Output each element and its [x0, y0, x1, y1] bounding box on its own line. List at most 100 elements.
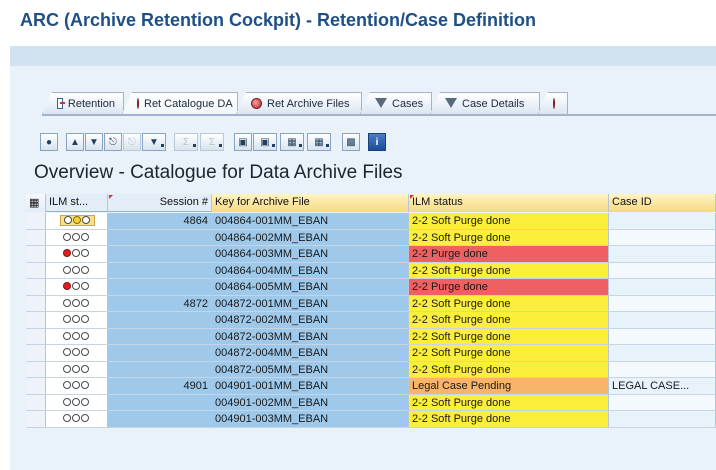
session-cell: 4864 [108, 213, 212, 230]
ilm-traffic-light-cell [46, 345, 108, 362]
ilm-status-cell: 2-2 Soft Purge done [409, 312, 609, 329]
column-case-id[interactable]: Case ID [609, 194, 716, 212]
table-row[interactable]: 004872-005MM_EBAN 2-2 Soft Purge done [26, 361, 716, 378]
tab-retention[interactable]: Retention [42, 92, 124, 114]
row-selector[interactable] [26, 295, 46, 312]
table-row[interactable]: 4864 004864-001MM_EBAN 2-2 Soft Purge done [26, 213, 716, 230]
ilm-traffic-light-cell [46, 295, 108, 312]
traffic-light-icon [60, 330, 93, 341]
overview-title: Overview - Catalogue for Data Archive Fi… [34, 162, 403, 183]
ilm-status-cell: 2-2 Soft Purge done [409, 262, 609, 279]
traffic-light-icon [60, 214, 95, 226]
case-id-cell [609, 213, 716, 230]
window-title-bar: ARC (Archive Retention Cockpit) - Retent… [0, 0, 716, 40]
table-row[interactable]: 4901 004901-001MM_EBAN Legal Case Pending L… [26, 378, 716, 395]
ilm-traffic-light-cell [46, 262, 108, 279]
session-cell [108, 411, 212, 428]
details-icon[interactable]: ● [40, 133, 58, 151]
set-filter-icon[interactable]: ▼ [142, 133, 166, 151]
row-selector[interactable] [26, 312, 46, 329]
ilm-traffic-light-cell [46, 312, 108, 329]
table-row[interactable]: 004864-004MM_EBAN 2-2 Soft Purge done [26, 262, 716, 279]
find-icon[interactable]: ⎋ [104, 133, 122, 151]
session-cell [108, 262, 212, 279]
table-row[interactable]: 004864-003MM_EBAN 2-2 Purge done [26, 246, 716, 263]
column-ilm-st[interactable]: ILM st... [46, 194, 108, 212]
find-next-icon[interactable]: ⎋ [123, 133, 141, 151]
tab-label: Ret Catalogue DA [144, 97, 233, 110]
archive-key-cell: 004901-002MM_EBAN [212, 394, 409, 411]
grid-toolbar: ● ▲ ▼ ⎋ ⎋ ▼ Σ Σ ▣ ▣ ▦ ▦ ▩ i [40, 133, 600, 153]
table-row[interactable]: 004864-005MM_EBAN 2-2 Purge done [26, 279, 716, 296]
table-row[interactable]: 004901-002MM_EBAN 2-2 Soft Purge done [26, 394, 716, 411]
tab-ret-catalogue-da[interactable]: Ret Catalogue DA [122, 92, 238, 114]
table-row[interactable]: 004872-004MM_EBAN 2-2 Soft Purge done [26, 345, 716, 362]
disc-icon [553, 98, 555, 109]
graphic-icon[interactable]: ▩ [342, 133, 360, 151]
row-selector[interactable] [26, 361, 46, 378]
traffic-light-icon [60, 281, 93, 292]
row-selector[interactable] [26, 262, 46, 279]
case-id-cell: LEGAL CASE... [609, 378, 716, 395]
row-selector[interactable] [26, 246, 46, 263]
row-selector[interactable] [26, 394, 46, 411]
row-selector[interactable] [26, 345, 46, 362]
table-row[interactable]: 004864-002MM_EBAN 2-2 Soft Purge done [26, 229, 716, 246]
session-cell [108, 361, 212, 378]
archive-key-cell: 004901-001MM_EBAN [212, 378, 409, 395]
case-id-cell [609, 312, 716, 329]
case-id-cell [609, 246, 716, 263]
case-id-cell [609, 279, 716, 296]
application-toolbar-band [10, 46, 716, 66]
table-row[interactable]: 4872 004872-001MM_EBAN 2-2 Soft Purge done [26, 295, 716, 312]
case-id-cell [609, 411, 716, 428]
tab-cases[interactable]: Cases [360, 92, 432, 114]
session-cell [108, 312, 212, 329]
sum-icon[interactable]: Σ [174, 133, 198, 151]
spreadsheet-icon[interactable]: ▦ [307, 133, 331, 151]
archive-key-cell: 004872-005MM_EBAN [212, 361, 409, 378]
table-row[interactable]: 004901-003MM_EBAN 2-2 Soft Purge done [26, 411, 716, 428]
table-row[interactable]: 004872-002MM_EBAN 2-2 Soft Purge done [26, 312, 716, 329]
case-id-cell [609, 295, 716, 312]
info-icon[interactable]: i [368, 133, 386, 151]
case-id-cell [609, 394, 716, 411]
archive-key-cell: 004872-004MM_EBAN [212, 345, 409, 362]
row-selector[interactable] [26, 328, 46, 345]
column-session[interactable]: Session # [108, 194, 212, 212]
archive-key-cell: 004864-005MM_EBAN [212, 279, 409, 296]
subtotal-icon[interactable]: Σ [200, 133, 224, 151]
tab-overflow[interactable] [538, 92, 568, 114]
row-selector[interactable] [26, 411, 46, 428]
row-selector[interactable] [26, 279, 46, 296]
row-selector[interactable] [26, 213, 46, 230]
ilm-status-cell: 2-2 Soft Purge done [409, 411, 609, 428]
ilm-traffic-light-cell [46, 246, 108, 263]
ilm-traffic-light-cell [46, 328, 108, 345]
print-icon[interactable]: ▲ [66, 133, 84, 151]
select-all-icon[interactable]: ▦ [26, 194, 46, 212]
column-ilm-status[interactable]: ILM status [409, 194, 609, 212]
ilm-status-cell: 2-2 Soft Purge done [409, 394, 609, 411]
traffic-light-icon [60, 231, 93, 242]
traffic-light-icon [60, 380, 93, 391]
views-icon[interactable]: ▦ [280, 133, 304, 151]
archive-key-cell: 004864-004MM_EBAN [212, 262, 409, 279]
case-id-cell [609, 345, 716, 362]
archive-key-cell: 004872-001MM_EBAN [212, 295, 409, 312]
disc-icon [251, 98, 262, 109]
archive-key-cell: 004872-002MM_EBAN [212, 312, 409, 329]
traffic-light-icon [60, 396, 93, 407]
table-row[interactable]: 004872-003MM_EBAN 2-2 Soft Purge done [26, 328, 716, 345]
column-key-archive-file[interactable]: Key for Archive File [212, 194, 409, 212]
row-selector[interactable] [26, 378, 46, 395]
grid-header: ▦ ILM st... Session # Key for Archive Fi… [26, 194, 716, 212]
filter-icon[interactable]: ▼ [85, 133, 103, 151]
tab-ret-archive-files[interactable]: Ret Archive Files [236, 92, 362, 114]
row-selector[interactable] [26, 229, 46, 246]
tab-case-details[interactable]: Case Details [430, 92, 540, 114]
ilm-status-cell: Legal Case Pending [409, 378, 609, 395]
tab-strip: Retention Ret Catalogue DA Ret Archive F… [42, 92, 716, 114]
export-icon[interactable]: ▣ [234, 133, 252, 151]
layout-icon[interactable]: ▣ [253, 133, 277, 151]
